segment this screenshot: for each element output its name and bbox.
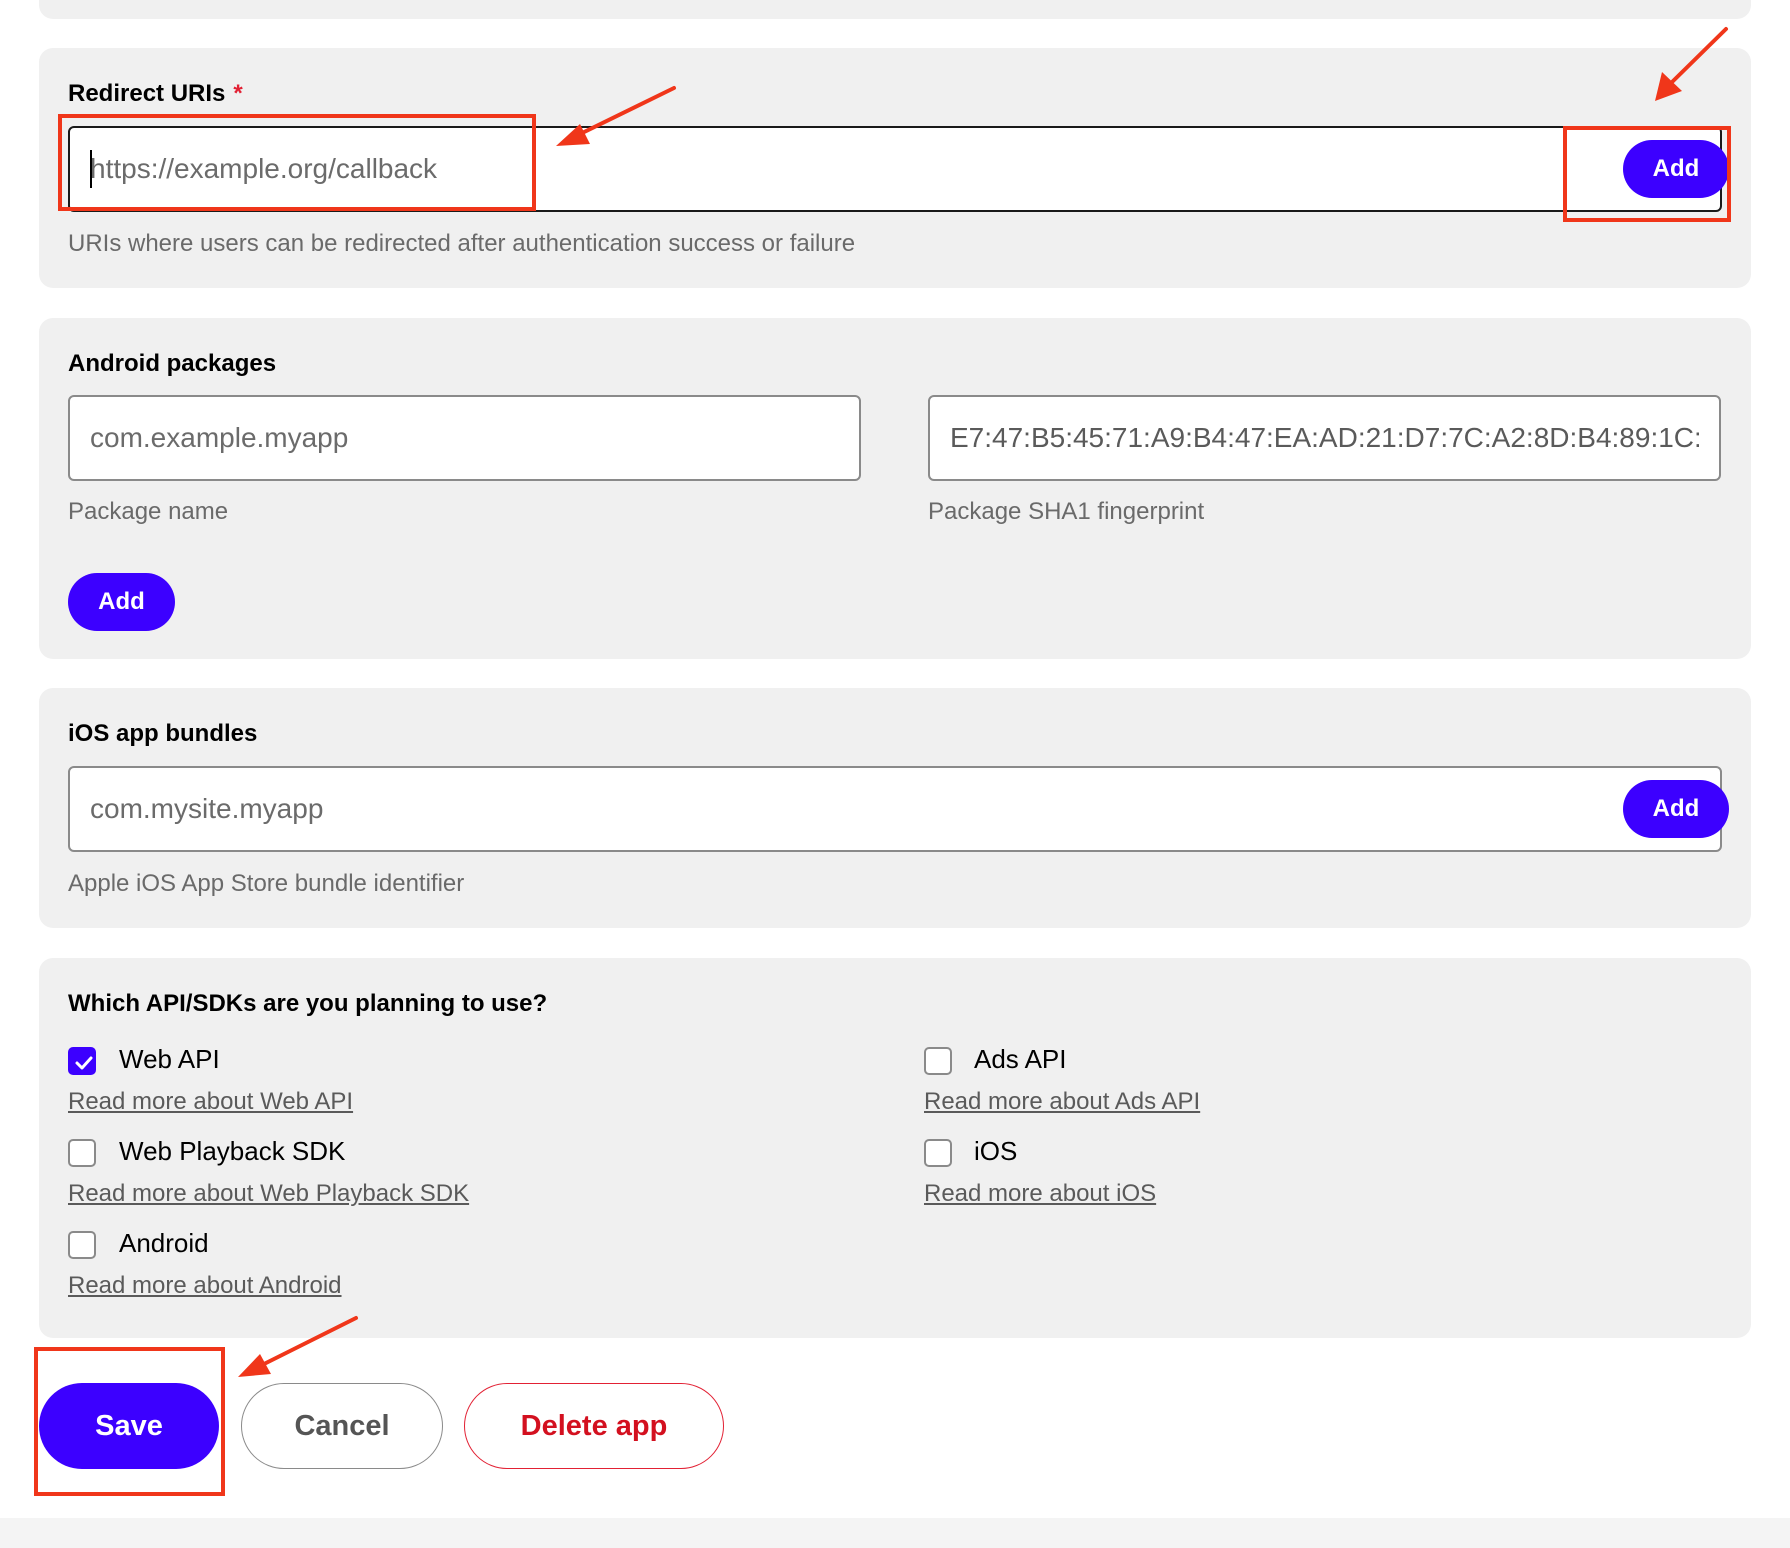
ios-bundle-placeholder: com.mysite.myapp [90, 793, 324, 824]
cancel-button[interactable]: Cancel [241, 1383, 443, 1469]
page-bottom-edge [0, 1518, 1790, 1548]
add-ios-bundle-button[interactable]: Add [1623, 780, 1729, 838]
redirect-uri-placeholder: https://example.org/callback [90, 153, 438, 184]
add-android-package-button[interactable]: Add [68, 573, 175, 631]
checkmark-icon [75, 1056, 93, 1070]
save-button[interactable]: Save [39, 1383, 219, 1469]
android-packages-section: Android packages com.example.myapp Packa… [39, 318, 1751, 659]
web-playback-sdk-checkbox[interactable] [68, 1139, 96, 1167]
android-packages-title: Android packages [68, 350, 277, 377]
delete-app-button[interactable]: Delete app [464, 1383, 724, 1469]
ios-bundles-title: iOS app bundles [68, 720, 258, 747]
package-name-help: Package name [68, 498, 229, 525]
ios-bundle-help: Apple iOS App Store bundle identifier [68, 870, 465, 897]
redirect-uris-title: Redirect URIs * [68, 82, 243, 106]
web-api-checkbox[interactable] [68, 1047, 96, 1075]
package-name-placeholder: com.example.myapp [90, 422, 349, 453]
ios-link[interactable]: Read more about iOS [924, 1180, 1156, 1208]
web-playback-sdk-link[interactable]: Read more about Web Playback SDK [68, 1180, 469, 1208]
ios-bundle-input[interactable]: com.mysite.myapp Add [68, 766, 1729, 852]
ads-api-link[interactable]: Read more about Ads API [924, 1088, 1200, 1116]
previous-section-card [39, 0, 1751, 19]
package-fingerprint-help: Package SHA1 fingerprint [928, 498, 1205, 525]
android-label: Android [119, 1228, 209, 1258]
ads-api-label: Ads API [974, 1044, 1067, 1074]
android-link[interactable]: Read more about Android [68, 1272, 342, 1300]
add-redirect-uri-button[interactable]: Add [1623, 140, 1729, 198]
required-mark: * [233, 80, 243, 107]
web-api-label: Web API [119, 1044, 220, 1074]
text-caret [90, 150, 92, 188]
ios-bundles-section: iOS app bundles com.mysite.myapp Add App… [39, 688, 1751, 928]
ads-api-checkbox[interactable] [924, 1047, 952, 1075]
api-sdks-title: Which API/SDKs are you planning to use? [68, 990, 548, 1017]
redirect-uris-title-text: Redirect URIs [68, 80, 226, 107]
package-fingerprint-input[interactable]: E7:47:B5:45:71:A9:B4:47:EA:AD:21:D7:7C:A… [928, 395, 1721, 481]
api-sdks-section: Which API/SDKs are you planning to use? … [39, 958, 1751, 1338]
redirect-uris-help: URIs where users can be redirected after… [68, 230, 856, 257]
web-api-link[interactable]: Read more about Web API [68, 1088, 353, 1116]
web-playback-sdk-label: Web Playback SDK [119, 1136, 346, 1166]
android-checkbox[interactable] [68, 1231, 96, 1259]
package-fingerprint-value: E7:47:B5:45:71:A9:B4:47:EA:AD:21:D7:7C:A… [950, 422, 1699, 453]
ios-label: iOS [974, 1136, 1018, 1166]
redirect-uris-section: Redirect URIs * https://example.org/callb… [39, 48, 1751, 288]
arrow-head-save-button [238, 1354, 271, 1377]
package-name-input[interactable]: com.example.myapp [68, 395, 861, 481]
redirect-uri-input[interactable]: https://example.org/callback Add [68, 126, 1729, 212]
ios-checkbox[interactable] [924, 1139, 952, 1167]
